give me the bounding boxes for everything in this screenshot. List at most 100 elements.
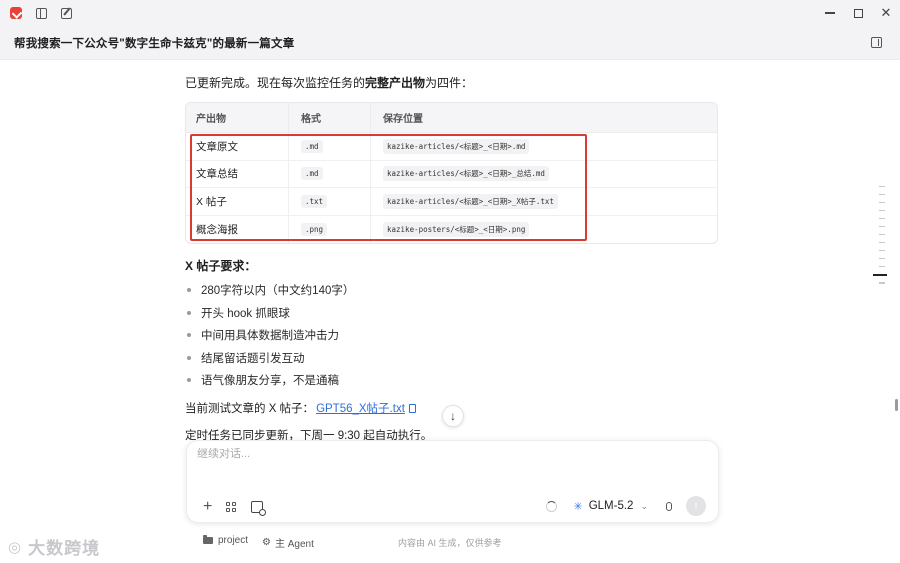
- bullet-dot-icon: [187, 378, 191, 383]
- close-button[interactable]: ✕: [872, 0, 900, 26]
- bullet-dot-icon: [187, 288, 191, 293]
- table-cell-format: .md: [301, 139, 323, 153]
- watermark: ◎ 大数跨境: [8, 534, 100, 559]
- chat-input[interactable]: [197, 448, 697, 460]
- maximize-icon: [853, 8, 863, 18]
- apps-grid-icon[interactable]: [226, 501, 237, 513]
- list-item: 语气像朋友分享，不是通稿: [185, 369, 354, 392]
- composer-footer: project ⚙ 主 Agent 内容由 AI 生成，仅供参考: [0, 530, 900, 554]
- list-item: 结尾留话题引发互动: [185, 347, 354, 370]
- scroll-to-bottom-button[interactable]: ↓: [442, 405, 464, 427]
- table-header: 产出物 格式 保存位置: [186, 103, 717, 133]
- file-link[interactable]: GPT56_X帖子.txt: [316, 400, 405, 416]
- minimize-icon: [825, 12, 835, 14]
- chat-title: 帮我搜索一下公众号"数字生命卡兹克"的最新一篇文章: [14, 37, 295, 50]
- project-label: project: [218, 535, 249, 546]
- list-item: 开头 hook 抓眼球: [185, 302, 354, 325]
- minimap-tick[interactable]: [879, 282, 885, 284]
- minimap-tick[interactable]: [879, 249, 885, 252]
- table-cell-name: X 帖子: [196, 195, 227, 208]
- table-cell-format: .png: [301, 222, 328, 236]
- list-item-text: 280字符以内（中文约140字）: [201, 285, 355, 298]
- document-icon[interactable]: [408, 403, 416, 413]
- table-row: X 帖子 .txt kazike-articles/<标题>_<日期>_X帖子.…: [186, 188, 717, 216]
- outputs-table: 产出物 格式 保存位置 文章原文 .md kazike-articles/<标题…: [185, 102, 718, 244]
- list-item: 280字符以内（中文约140字）: [185, 279, 354, 302]
- model-name: GLM-5.2: [588, 500, 634, 512]
- bullet-dot-icon: [187, 355, 191, 360]
- model-selector[interactable]: ✳ GLM-5.2 ⌄: [573, 500, 648, 513]
- table-cell-path: kazike-articles/<标题>_<日期>_X帖子.txt: [383, 193, 558, 209]
- agent-label: 主 Agent: [274, 539, 314, 550]
- table-cell-format: .txt: [301, 194, 328, 208]
- chevron-down-icon: ⌄: [640, 500, 648, 511]
- send-button[interactable]: ↑: [686, 496, 706, 516]
- arrow-up-icon: ↑: [693, 500, 699, 512]
- minimap-tick[interactable]: [879, 217, 885, 220]
- list-item-text: 中间用具体数据制造冲击力: [201, 330, 339, 343]
- table-row: 文章总结 .md kazike-articles/<标题>_<日期>_总结.md: [186, 160, 717, 188]
- table-cell-name: 文章原文: [196, 140, 238, 153]
- minimap-tick-active[interactable]: [873, 273, 887, 276]
- table-header-cell: 产出物: [196, 114, 226, 125]
- project-selector[interactable]: project: [203, 535, 248, 546]
- requirements-list: 280字符以内（中文约140字） 开头 hook 抓眼球 中间用具体数据制造冲击…: [185, 279, 354, 392]
- section-title: X 帖子要求：: [185, 259, 257, 273]
- minimap-tick[interactable]: [879, 233, 885, 236]
- app-logo-icon: [10, 7, 22, 19]
- minimap-tick[interactable]: [879, 201, 885, 204]
- minimap-tick[interactable]: [879, 193, 885, 196]
- table-row: 文章原文 .md kazike-articles/<标题>_<日期>.md: [186, 133, 717, 161]
- bullet-dot-icon: [187, 310, 191, 315]
- close-icon: ✕: [880, 5, 892, 20]
- list-item-text: 语气像朋友分享，不是通稿: [201, 375, 339, 388]
- table-cell-path: kazike-articles/<标题>_<日期>.md: [383, 138, 530, 154]
- chat-composer: + ✳ GLM-5.2 ⌄ ↑: [186, 440, 719, 523]
- file-prefix: 当前测试文章的 X 帖子：: [185, 403, 315, 415]
- model-icon: ✳: [573, 500, 583, 513]
- table-cell-format: .md: [301, 167, 323, 181]
- table-header-cell: 保存位置: [370, 103, 717, 132]
- scrollbar-thumb[interactable]: [895, 399, 898, 411]
- file-reference: 当前测试文章的 X 帖子： GPT56_X帖子.txt: [185, 400, 416, 416]
- table-row: 概念海报 .png kazike-posters/<标题>_<日期>.png: [186, 215, 717, 243]
- list-item-text: 结尾留话题引发互动: [201, 352, 305, 365]
- add-attachment-icon[interactable]: +: [203, 499, 212, 515]
- agent-icon: ⚙: [262, 537, 271, 548]
- new-chat-icon[interactable]: [61, 7, 72, 19]
- sidebar-toggle-icon[interactable]: [36, 7, 47, 19]
- list-item-text: 开头 hook 抓眼球: [201, 307, 290, 320]
- list-item: 中间用具体数据制造冲击力: [185, 324, 354, 347]
- minimap-tick[interactable]: [879, 241, 885, 244]
- microphone-icon[interactable]: [666, 501, 672, 511]
- minimap-tick[interactable]: [879, 209, 885, 212]
- table-cell-name: 概念海报: [196, 223, 238, 236]
- conversation-minimap[interactable]: [873, 186, 887, 290]
- arrow-down-icon: ↓: [450, 409, 456, 423]
- table-cell-path: kazike-articles/<标题>_<日期>_总结.md: [383, 166, 549, 182]
- intro-prefix: 已更新完成。现在每次监控任务的: [185, 76, 366, 90]
- minimap-tick[interactable]: [879, 265, 885, 268]
- message-intro: 已更新完成。现在每次监控任务的完整产出物为四件：: [185, 74, 473, 91]
- maximize-button[interactable]: [844, 0, 872, 26]
- intro-bold: 完整产出物: [365, 76, 426, 90]
- table-cell-name: 文章总结: [196, 168, 238, 181]
- ai-disclaimer: 内容由 AI 生成，仅供参考: [398, 538, 502, 548]
- table-header-cell: 格式: [288, 103, 370, 132]
- minimap-tick[interactable]: [879, 257, 885, 260]
- window-titlebar: ✕: [0, 0, 900, 26]
- table-cell-path: kazike-posters/<标题>_<日期>.png: [383, 221, 530, 237]
- folder-icon: [203, 535, 213, 544]
- minimap-tick[interactable]: [879, 225, 885, 228]
- minimize-button[interactable]: [816, 0, 844, 26]
- agent-selector[interactable]: ⚙ 主 Agent: [262, 535, 314, 550]
- minimap-tick[interactable]: [879, 186, 885, 188]
- tools-icon[interactable]: [251, 501, 267, 516]
- chat-header: 帮我搜索一下公众号"数字生命卡兹克"的最新一篇文章: [0, 26, 900, 60]
- side-panel-icon[interactable]: [871, 37, 882, 48]
- intro-suffix: 为四件：: [425, 76, 474, 90]
- loading-spinner-icon: [546, 500, 558, 512]
- watermark-logo-icon: ◎: [8, 538, 23, 556]
- bullet-dot-icon: [187, 333, 191, 338]
- watermark-text: 大数跨境: [28, 539, 101, 558]
